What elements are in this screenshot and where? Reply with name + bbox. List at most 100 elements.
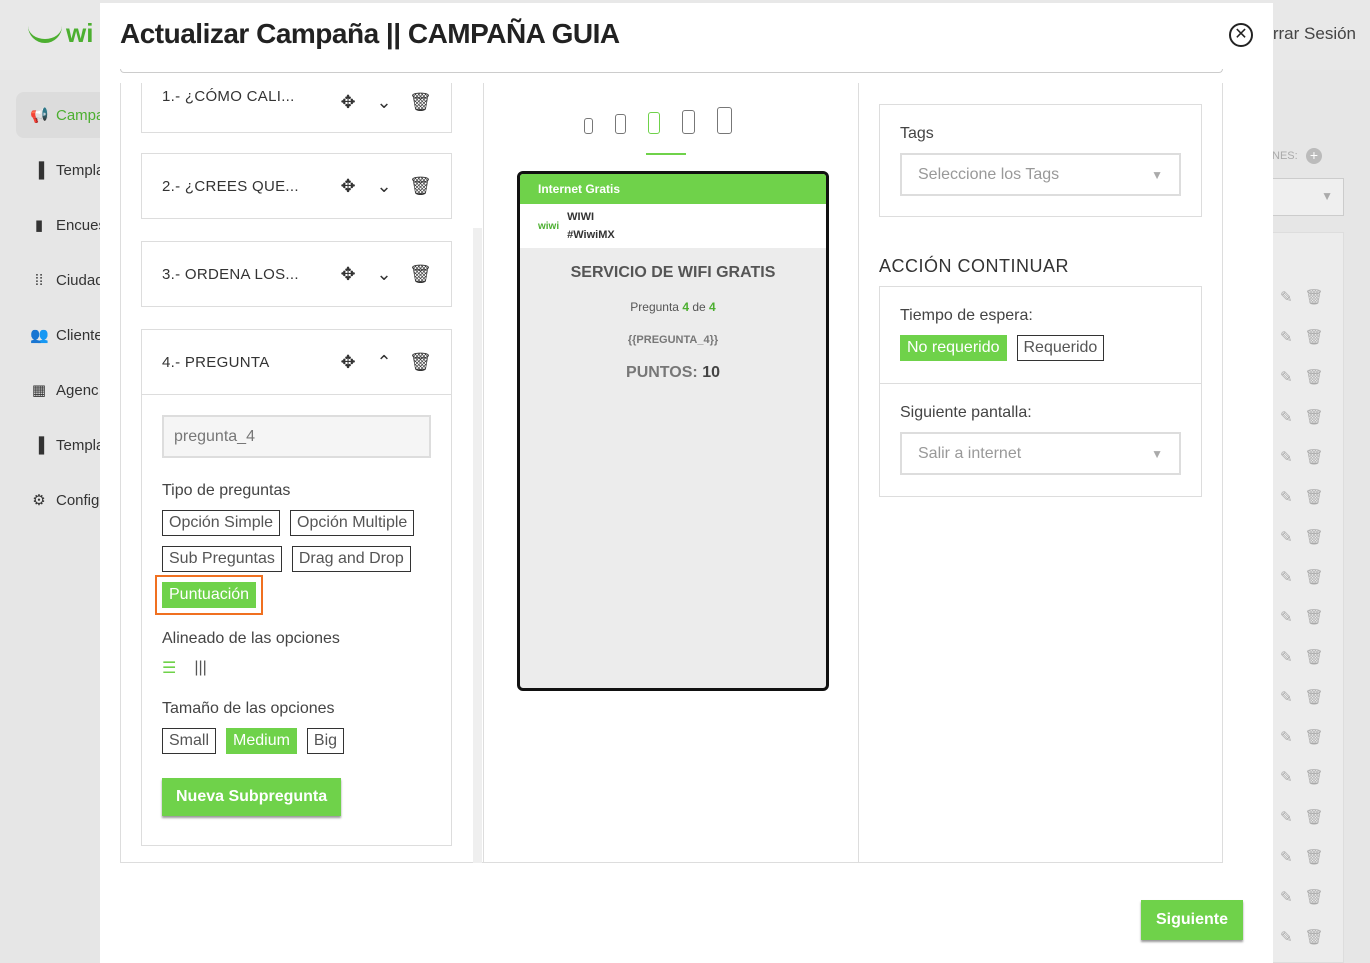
add-icon[interactable]: + [1306,148,1322,164]
align-vertical-icon[interactable]: ||| [194,659,206,677]
pencil-icon[interactable]: ✎ [1280,768,1293,786]
trash-icon[interactable]: 🗑 [1305,488,1324,506]
move-icon[interactable]: ✥ [337,176,359,197]
background-row-actions: ✎ 🗑 [1280,848,1324,866]
trash-icon[interactable]: 🗑 [1305,928,1324,946]
question-card[interactable]: 1.- ¿CÓMO CALI... ✥ ⌄ 🗑 [141,83,452,133]
trash-icon[interactable]: 🗑 [1305,408,1324,426]
chevron-down-icon[interactable]: ⌄ [373,176,395,197]
type-drag-drop-option[interactable]: Drag and Drop [291,546,411,572]
trash-icon[interactable]: 🗑 [1305,768,1324,786]
background-row-actions: ✎ 🗑 [1280,728,1324,746]
close-icon[interactable]: ✕ [1229,23,1253,47]
question-editor: Tipo de preguntas Opción Simple Opción M… [142,394,451,836]
align-horizontal-icon[interactable]: ☰ [162,658,176,678]
pencil-icon[interactable]: ✎ [1280,568,1293,586]
trash-icon[interactable]: 🗑 [409,264,432,285]
move-icon[interactable]: ✥ [337,352,359,373]
questions-scrollbar[interactable] [473,228,482,863]
sidebar-item-templates-2[interactable]: ▐ Templa [16,422,106,468]
wait-required-option[interactable]: Requerido [1016,335,1105,361]
update-campaign-modal: Actualizar Campaña || CAMPAÑA GUIA ✕ 1.-… [100,3,1273,963]
pencil-icon[interactable]: ✎ [1280,488,1293,506]
question-card-expanded: 4.- PREGUNTA ✥ ⌃ 🗑 Tipo de preguntas Opc… [141,329,452,846]
chevron-down-icon[interactable]: ⌄ [373,264,395,285]
sidebar-item-label: Templa [56,436,105,454]
tags-box: Tags Seleccione los Tags ▼ [879,104,1202,217]
pencil-icon[interactable]: ✎ [1280,408,1293,426]
type-subquestions-option[interactable]: Sub Preguntas [162,546,282,572]
trash-icon[interactable]: 🗑 [1305,528,1324,546]
phone-preview: Internet Gratis wiwi WIWI #WiwiMX SERVIC… [517,171,829,691]
question-label: 3.- ORDENA LOS... [162,265,299,283]
chevron-up-icon[interactable]: ⌃ [373,352,395,373]
modal-title: Actualizar Campaña || CAMPAÑA GUIA [120,18,620,49]
device-lg-icon[interactable] [682,110,695,134]
type-simple-option[interactable]: Opción Simple [162,510,281,536]
trash-icon[interactable]: 🗑 [1305,288,1324,306]
trash-icon[interactable]: 🗑 [1305,808,1324,826]
next-screen-select[interactable]: Salir a internet ▼ [900,432,1181,475]
pencil-icon[interactable]: ✎ [1280,448,1293,466]
trash-icon[interactable]: 🗑 [1305,848,1324,866]
sidebar-item-agencies[interactable]: ▦ Agenc [16,367,106,413]
device-xl-icon[interactable] [717,107,732,134]
pencil-icon[interactable]: ✎ [1280,848,1293,866]
type-score-option[interactable]: Puntuación [154,575,264,615]
size-medium-option[interactable]: Medium [226,728,297,754]
background-row-actions: ✎ 🗑 [1280,888,1324,906]
pencil-icon[interactable]: ✎ [1280,688,1293,706]
next-button[interactable]: Siguiente [1141,900,1243,940]
logout-link[interactable]: rrar Sesión [1273,24,1356,44]
sidebar-item-cities[interactable]: ⁞⁞ Ciudad [16,257,106,303]
move-icon[interactable]: ✥ [337,264,359,285]
pencil-icon[interactable]: ✎ [1280,328,1293,346]
device-md-icon[interactable] [648,112,660,134]
trash-icon[interactable]: 🗑 [1305,648,1324,666]
trash-icon[interactable]: 🗑 [409,92,432,113]
pencil-icon[interactable]: ✎ [1280,728,1293,746]
trash-icon[interactable]: 🗑 [409,352,432,373]
pencil-icon[interactable]: ✎ [1280,888,1293,906]
size-big-option[interactable]: Big [306,728,345,754]
trash-icon[interactable]: 🗑 [1305,568,1324,586]
tags-select[interactable]: Seleccione los Tags ▼ [900,153,1181,196]
type-multiple-option[interactable]: Opción Multiple [290,510,415,536]
pencil-icon[interactable]: ✎ [1280,288,1293,306]
move-icon[interactable]: ✥ [337,92,359,113]
pencil-icon[interactable]: ✎ [1280,528,1293,546]
pencil-icon[interactable]: ✎ [1280,368,1293,386]
trash-icon[interactable]: 🗑 [1305,608,1324,626]
trash-icon[interactable]: 🗑 [1305,448,1324,466]
device-sm-icon[interactable] [615,114,626,134]
sidebar-item-label: Ciudad [56,271,104,289]
trash-icon[interactable]: 🗑 [1305,368,1324,386]
logo-text: wi [66,18,94,48]
background-select[interactable] [1272,178,1344,216]
pencil-icon[interactable]: ✎ [1280,608,1293,626]
wait-not-required-option[interactable]: No requerido [900,335,1007,361]
pencil-icon[interactable]: ✎ [1280,928,1293,946]
sidebar-item-config[interactable]: ⚙ Config [16,477,106,523]
sidebar-item-campaigns[interactable]: 📢 Campa [16,92,106,138]
background-row-actions: ✎ 🗑 [1280,808,1324,826]
question-card[interactable]: 3.- ORDENA LOS... ✥ ⌄ 🗑 [141,241,452,307]
new-subquestion-button[interactable]: Nueva Subpregunta [162,778,342,816]
device-xs-icon[interactable] [584,118,593,134]
chevron-down-icon[interactable]: ⌄ [373,92,395,113]
trash-icon[interactable]: 🗑 [1305,688,1324,706]
trash-icon[interactable]: 🗑 [1305,328,1324,346]
trash-icon[interactable]: 🗑 [1305,728,1324,746]
question-name-input[interactable] [162,415,431,458]
size-small-option[interactable]: Small [162,728,217,754]
preview-brand-tag: #WiwiMX [567,229,615,241]
sidebar-item-clients[interactable]: 👥 Cliente [16,312,106,358]
background-row-actions: ✎ 🗑 [1280,408,1324,426]
sidebar-item-surveys[interactable]: ▮ Encues [16,202,106,248]
pencil-icon[interactable]: ✎ [1280,648,1293,666]
sidebar-item-templates[interactable]: ▐ Templa [16,147,106,193]
pencil-icon[interactable]: ✎ [1280,808,1293,826]
question-card[interactable]: 2.- ¿CREES QUE... ✥ ⌄ 🗑 [141,153,452,219]
trash-icon[interactable]: 🗑 [1305,888,1324,906]
trash-icon[interactable]: 🗑 [409,176,432,197]
